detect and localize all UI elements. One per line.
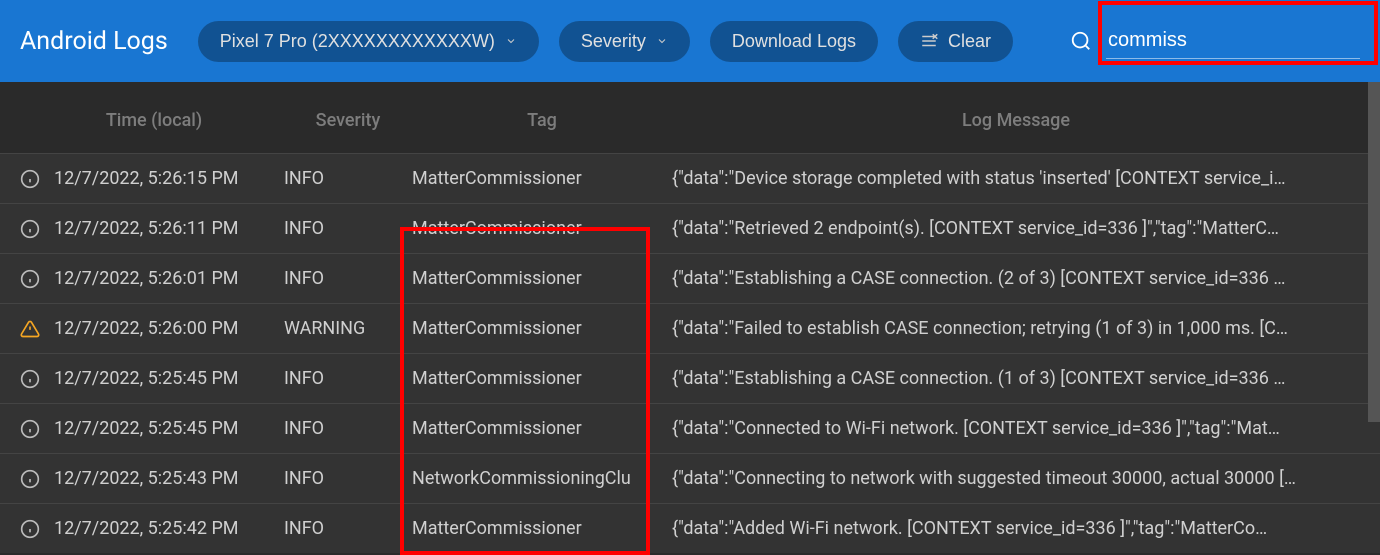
log-time: 12/7/2022, 5:25:43 PM xyxy=(54,468,284,489)
search-container xyxy=(1070,23,1360,59)
log-tag: MatterCommissioner xyxy=(412,518,672,539)
log-severity: WARNING xyxy=(284,318,412,339)
info-icon xyxy=(20,269,40,289)
header-time: Time (local) xyxy=(54,110,284,131)
log-row[interactable]: 12/7/2022, 5:26:01 PM INFO MatterCommiss… xyxy=(0,253,1380,303)
scrollbar[interactable] xyxy=(1368,82,1380,422)
severity-icon-cell xyxy=(20,269,54,289)
log-message: {"data":"Retrieved 2 endpoint(s). [CONTE… xyxy=(672,218,1360,239)
clear-button[interactable]: Clear xyxy=(898,21,1013,62)
log-row[interactable]: 12/7/2022, 5:26:15 PM INFO MatterCommiss… xyxy=(0,153,1380,203)
header-severity: Severity xyxy=(284,110,412,131)
log-row[interactable]: 12/7/2022, 5:26:11 PM INFO MatterCommiss… xyxy=(0,203,1380,253)
header-tag: Tag xyxy=(412,110,672,131)
log-severity: INFO xyxy=(284,368,412,389)
severity-icon-cell xyxy=(20,319,54,339)
warning-icon xyxy=(20,319,40,339)
download-logs-button[interactable]: Download Logs xyxy=(710,21,878,62)
log-tag: MatterCommissioner xyxy=(412,418,672,439)
search-icon xyxy=(1070,30,1092,52)
logs-container: Time (local) Severity Tag Log Message 12… xyxy=(0,82,1380,553)
log-severity: INFO xyxy=(284,418,412,439)
header-message: Log Message xyxy=(672,110,1360,131)
info-icon xyxy=(20,519,40,539)
log-message: {"data":"Device storage completed with s… xyxy=(672,168,1360,189)
log-message: {"data":"Establishing a CASE connection.… xyxy=(672,268,1360,289)
table-header: Time (local) Severity Tag Log Message xyxy=(0,82,1380,153)
log-severity: INFO xyxy=(284,268,412,289)
log-tag: MatterCommissioner xyxy=(412,318,672,339)
log-time: 12/7/2022, 5:25:45 PM xyxy=(54,418,284,439)
search-input[interactable] xyxy=(1106,23,1360,59)
log-tag: NetworkCommissioningClu xyxy=(412,468,672,489)
page-title: Android Logs xyxy=(20,27,168,56)
chevron-down-icon xyxy=(656,35,668,47)
severity-icon-cell xyxy=(20,519,54,539)
log-message: {"data":"Connecting to network with sugg… xyxy=(672,468,1360,489)
log-time: 12/7/2022, 5:25:45 PM xyxy=(54,368,284,389)
log-message: {"data":"Establishing a CASE connection.… xyxy=(672,368,1360,389)
log-tag: MatterCommissioner xyxy=(412,368,672,389)
severity-filter-label: Severity xyxy=(581,31,646,52)
log-tag: MatterCommissioner xyxy=(412,218,672,239)
log-tag: MatterCommissioner xyxy=(412,268,672,289)
info-icon xyxy=(20,469,40,489)
info-icon xyxy=(20,219,40,239)
header-icon-col xyxy=(20,110,54,131)
log-row[interactable]: 12/7/2022, 5:25:45 PM INFO MatterCommiss… xyxy=(0,403,1380,453)
severity-icon-cell xyxy=(20,169,54,189)
log-severity: INFO xyxy=(284,218,412,239)
severity-icon-cell xyxy=(20,419,54,439)
log-time: 12/7/2022, 5:25:42 PM xyxy=(54,518,284,539)
log-row[interactable]: 12/7/2022, 5:25:43 PM INFO NetworkCommis… xyxy=(0,453,1380,503)
log-time: 12/7/2022, 5:26:01 PM xyxy=(54,268,284,289)
device-selector[interactable]: Pixel 7 Pro (2XXXXXXXXXXXXW) xyxy=(198,21,539,62)
log-severity: INFO xyxy=(284,518,412,539)
download-logs-label: Download Logs xyxy=(732,31,856,52)
header-bar: Android Logs Pixel 7 Pro (2XXXXXXXXXXXXW… xyxy=(0,0,1380,82)
info-icon xyxy=(20,419,40,439)
log-message: {"data":"Added Wi-Fi network. [CONTEXT s… xyxy=(672,518,1360,539)
log-row[interactable]: 12/7/2022, 5:26:00 PM WARNING MatterComm… xyxy=(0,303,1380,353)
severity-icon-cell xyxy=(20,219,54,239)
log-row[interactable]: 12/7/2022, 5:25:45 PM INFO MatterCommiss… xyxy=(0,353,1380,403)
log-time: 12/7/2022, 5:26:11 PM xyxy=(54,218,284,239)
log-tag: MatterCommissioner xyxy=(412,168,672,189)
info-icon xyxy=(20,369,40,389)
clear-label: Clear xyxy=(948,31,991,52)
log-time: 12/7/2022, 5:26:15 PM xyxy=(54,168,284,189)
clear-icon xyxy=(920,32,938,50)
log-message: {"data":"Connected to Wi-Fi network. [CO… xyxy=(672,418,1360,439)
device-selector-label: Pixel 7 Pro (2XXXXXXXXXXXXW) xyxy=(220,31,495,52)
severity-icon-cell xyxy=(20,369,54,389)
log-row[interactable]: 12/7/2022, 5:25:42 PM INFO MatterCommiss… xyxy=(0,503,1380,553)
log-severity: INFO xyxy=(284,168,412,189)
severity-filter[interactable]: Severity xyxy=(559,21,690,62)
log-severity: INFO xyxy=(284,468,412,489)
info-icon xyxy=(20,169,40,189)
log-message: {"data":"Failed to establish CASE connec… xyxy=(672,318,1360,339)
severity-icon-cell xyxy=(20,469,54,489)
log-time: 12/7/2022, 5:26:00 PM xyxy=(54,318,284,339)
chevron-down-icon xyxy=(505,35,517,47)
